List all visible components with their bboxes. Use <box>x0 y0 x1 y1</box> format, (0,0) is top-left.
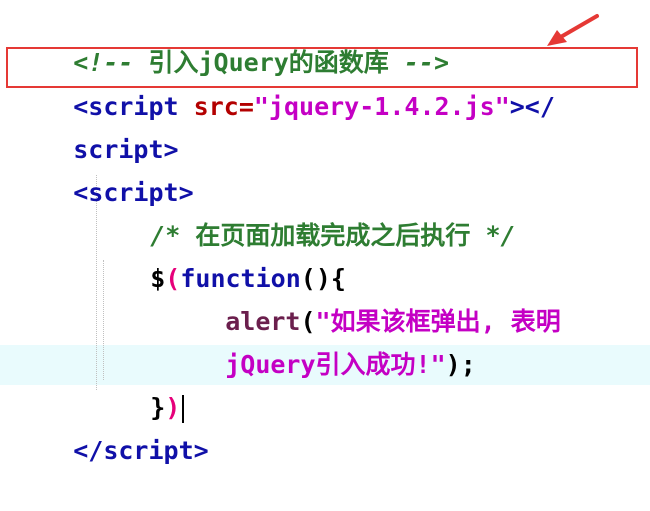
code-line-8[interactable]: jQuery引入成功!"); <box>165 305 476 379</box>
code-line-4[interactable]: <script> <box>13 133 193 207</box>
code-line-7[interactable]: alert("如果该框弹出, 表明 <box>165 262 560 336</box>
tag-open-bracket: < <box>73 178 89 207</box>
code-line-10[interactable]: </script> <box>13 391 208 465</box>
annotation-highlight-box <box>6 47 638 88</box>
call-paren-close: ); <box>445 350 476 379</box>
attr-name: src <box>193 92 239 121</box>
comment-close: */ <box>470 221 516 250</box>
jquery-dollar: $ <box>150 264 166 293</box>
tag-open-bracket: </ <box>73 436 104 465</box>
string-literal-cont: jQuery引入成功!" <box>225 350 446 379</box>
tag-name: script <box>103 436 194 465</box>
arrow-icon <box>547 14 599 46</box>
code-line-1[interactable]: <!-- 引入jQuery的函数库 --> <box>13 3 449 77</box>
code-line-5[interactable]: /* 在页面加载完成之后执行 */ <box>90 176 515 250</box>
attr-value: "jquery-1.4.2.js" <box>253 92 510 121</box>
code-line-9[interactable]: }) <box>90 348 185 423</box>
tag-close-bracket: ></ <box>509 92 555 121</box>
attr-equals: = <box>238 92 254 121</box>
code-editor[interactable]: <!-- 引入jQuery的函数库 --> < script src="jquer… <box>0 0 650 465</box>
code-line-6[interactable]: $(function(){ <box>90 219 346 293</box>
tag-close-bracket: > <box>193 436 209 465</box>
code-line-3[interactable]: script> <box>13 90 178 164</box>
